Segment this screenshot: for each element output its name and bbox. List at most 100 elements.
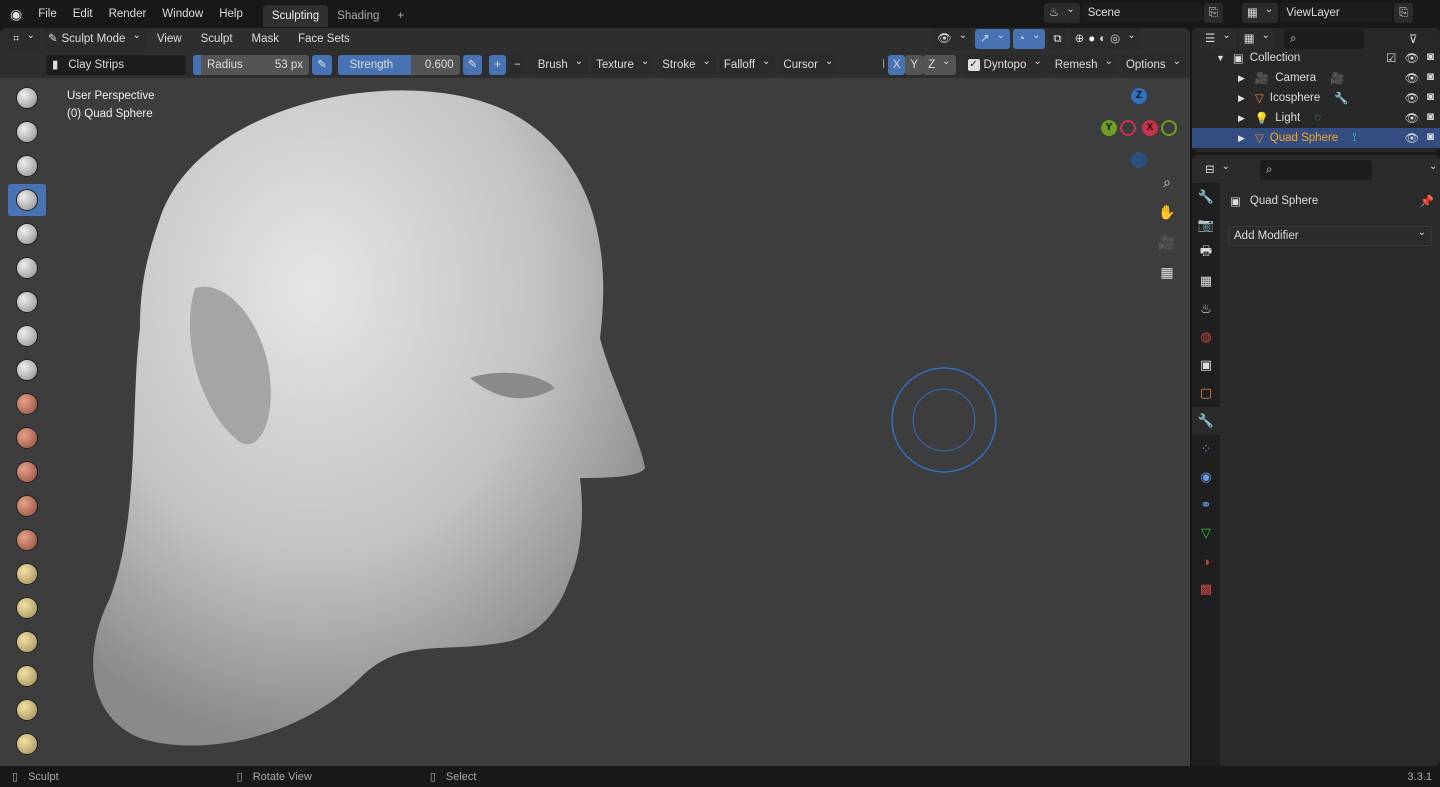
expand-arrow-icon[interactable]: ▶ <box>1238 113 1245 124</box>
gizmo-y-axis[interactable]: Y <box>1101 120 1117 136</box>
visibility-icon[interactable]: 👁 <box>932 29 972 49</box>
menu-window[interactable]: Window <box>154 8 211 20</box>
solid-shading-icon[interactable]: ● <box>1088 29 1095 49</box>
outliner-display-mode-icon[interactable]: ☰ <box>1200 29 1236 49</box>
tool-fill[interactable] <box>8 456 46 488</box>
perspective-grid-icon[interactable]: ▦ <box>1154 259 1180 285</box>
eye-icon[interactable]: 👁 <box>1404 131 1419 145</box>
new-scene-button[interactable]: ⎘ <box>1203 3 1223 23</box>
expand-arrow-icon[interactable]: ▶ <box>1238 73 1245 84</box>
symmetry-x-toggle[interactable]: X <box>887 55 906 75</box>
menu-face-sets[interactable]: Face Sets <box>290 33 358 45</box>
tab-sculpting[interactable]: Sculpting <box>262 5 329 27</box>
scene-name-field[interactable]: Scene <box>1081 3 1202 23</box>
pan-hand-icon[interactable]: ✋ <box>1154 199 1180 225</box>
stroke-dropdown[interactable]: Stroke <box>657 55 716 75</box>
scene-selector-button[interactable]: ♨ <box>1044 3 1080 23</box>
checkbox-icon[interactable]: ✓ <box>967 59 980 71</box>
overlay-toggle-icon[interactable]: ◔ <box>1013 29 1046 49</box>
exclude-checkbox[interactable]: ☑ <box>1386 51 1396 65</box>
blender-logo-icon[interactable]: ◉ <box>10 6 22 23</box>
render-camera-icon[interactable]: ◙ <box>1427 111 1434 125</box>
outliner-item-quad-sphere[interactable]: ▶ ▽ Quad Sphere ⟟ 👁 ◙ <box>1192 128 1440 148</box>
view-layer-name-field[interactable]: ViewLayer <box>1280 3 1393 23</box>
physics-tab-icon[interactable]: ◉ <box>1192 463 1220 491</box>
tool-snake-hook[interactable] <box>8 660 46 692</box>
expand-arrow-icon[interactable]: ▶ <box>1238 133 1245 144</box>
tool-tab-icon[interactable]: 🔧 <box>1192 183 1220 211</box>
tool-smooth[interactable] <box>8 388 46 420</box>
tool-clay-strips[interactable] <box>8 184 46 216</box>
view-layer-tab-icon[interactable]: ▦ <box>1192 267 1220 295</box>
pin-icon[interactable]: 📌 <box>1420 194 1434 208</box>
gizmo-neg-y-axis[interactable] <box>1161 120 1177 136</box>
collection-tab-icon[interactable]: ▣ <box>1192 351 1220 379</box>
gizmo-neg-x-axis[interactable] <box>1120 120 1136 136</box>
tool-thumb[interactable] <box>8 694 46 726</box>
brush-selector[interactable]: ▮ Clay Strips <box>46 55 186 75</box>
properties-editor-type-icon[interactable]: ⊟ <box>1200 160 1236 180</box>
scene-tab-icon[interactable]: ♨ <box>1192 295 1220 323</box>
menu-sculpt[interactable]: Sculpt <box>193 33 241 45</box>
3d-viewport[interactable]: User Perspective (0) Quad Sphere Z Y X ⌕… <box>0 78 1190 766</box>
tool-clay-thumb[interactable] <box>8 218 46 250</box>
material-tab-icon[interactable]: ◑ <box>1192 547 1220 575</box>
outliner-item-icosphere[interactable]: ▶ ▽ Icosphere 🔧 👁 ◙ <box>1192 88 1440 108</box>
symmetry-z-toggle[interactable]: Z <box>923 55 956 75</box>
options-dropdown[interactable]: Options <box>1120 55 1186 75</box>
outliner-item-light[interactable]: ▶ 💡 Light ◌ 👁 ◙ <box>1192 108 1440 128</box>
direction-add-button[interactable]: + <box>489 55 506 75</box>
menu-mask[interactable]: Mask <box>244 33 287 45</box>
brush-dropdown[interactable]: Brush <box>532 55 589 75</box>
tool-pose[interactable] <box>8 728 46 760</box>
radius-pressure-icon[interactable]: ✎ <box>312 55 332 75</box>
data-tab-icon[interactable]: ▽ <box>1192 519 1220 547</box>
navigation-gizmo[interactable]: Z Y X <box>1100 86 1180 176</box>
modifier-tab-icon[interactable]: 🔧 <box>1192 407 1220 435</box>
xray-toggle-icon[interactable]: ⧉ <box>1048 29 1067 49</box>
radius-slider[interactable]: Radius 53 px <box>193 55 309 75</box>
tool-pinch[interactable] <box>8 558 46 590</box>
outliner-item-camera[interactable]: ▶ 🎥 Camera 🎥 👁 ◙ <box>1192 68 1440 88</box>
menu-render[interactable]: Render <box>101 8 155 20</box>
tool-flatten[interactable] <box>8 422 46 454</box>
strength-slider[interactable]: Strength 0.600 <box>337 55 460 75</box>
modifier-icon[interactable]: 🔧 <box>1334 91 1348 105</box>
tool-draw-sharp[interactable] <box>8 116 46 148</box>
eye-icon[interactable]: 👁 <box>1404 51 1419 65</box>
eye-icon[interactable]: 👁 <box>1404 71 1419 85</box>
add-modifier-dropdown[interactable]: Add Modifier <box>1228 226 1432 246</box>
world-tab-icon[interactable]: ◍ <box>1192 323 1220 351</box>
direction-subtract-button[interactable]: − <box>509 55 526 75</box>
render-camera-icon[interactable]: ◙ <box>1427 51 1434 65</box>
output-tab-icon[interactable]: 🖶 <box>1192 239 1220 267</box>
outliner-filter-icon[interactable]: ⊽ <box>1409 32 1417 46</box>
camera-data-icon[interactable]: 🎥 <box>1330 71 1344 85</box>
properties-search-input[interactable]: ⌕ <box>1260 160 1373 180</box>
dyntopo-toggle[interactable]: ✓ Dyntopo <box>962 55 1047 75</box>
tool-clay[interactable] <box>8 150 46 182</box>
render-tab-icon[interactable]: 📷 <box>1192 211 1220 239</box>
mesh-data-icon[interactable]: ⟟ <box>1352 132 1356 145</box>
add-workspace-button[interactable]: + <box>388 5 413 27</box>
eye-icon[interactable]: 👁 <box>1404 111 1419 125</box>
gizmo-toggle-icon[interactable]: ↗ <box>975 29 1011 49</box>
properties-options-button[interactable] <box>1421 160 1440 180</box>
editor-type-button[interactable]: ⌗ <box>8 29 40 49</box>
falloff-dropdown[interactable]: Falloff <box>718 55 776 75</box>
shading-modes[interactable]: ⊕ ● ◐ ◎ <box>1069 29 1141 49</box>
menu-help[interactable]: Help <box>211 8 251 20</box>
tool-multiplane-scrape[interactable] <box>8 524 46 556</box>
constraints-tab-icon[interactable]: ⚭ <box>1192 491 1220 519</box>
render-camera-icon[interactable]: ◙ <box>1427 131 1434 145</box>
texture-dropdown[interactable]: Texture <box>591 55 655 75</box>
menu-view[interactable]: View <box>149 33 190 45</box>
tool-scrape[interactable] <box>8 490 46 522</box>
view-layer-selector-button[interactable]: ▦ <box>1242 3 1279 23</box>
outliner-search-input[interactable]: ⌕ <box>1283 29 1364 49</box>
render-camera-icon[interactable]: ◙ <box>1427 71 1434 85</box>
rendered-shading-icon[interactable]: ◎ <box>1110 29 1120 49</box>
wireframe-shading-icon[interactable]: ⊕ <box>1075 29 1085 49</box>
material-shading-icon[interactable]: ◐ <box>1099 29 1106 49</box>
menu-file[interactable]: File <box>30 8 65 20</box>
